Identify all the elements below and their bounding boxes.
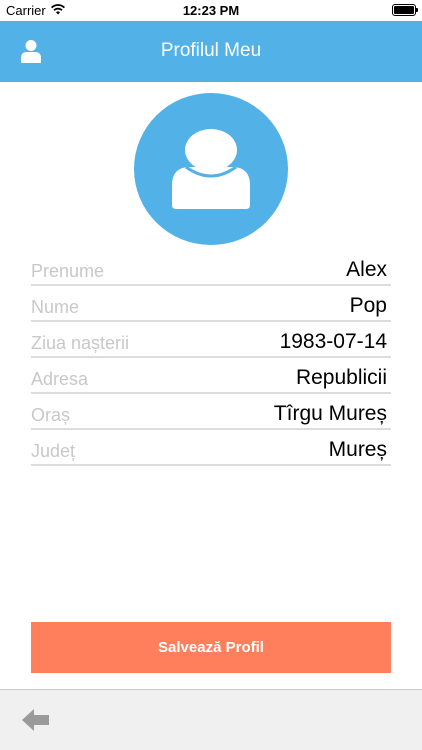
status-bar: Carrier 12:23 PM [0, 0, 422, 21]
field-label: Nume [31, 297, 80, 317]
field-label: Oraș [31, 405, 71, 425]
field-label: Prenume [31, 261, 105, 281]
field-value[interactable]: Pop [350, 294, 387, 318]
bottom-toolbar [0, 689, 422, 750]
field-value[interactable]: Tîrgu Mureș [274, 402, 387, 426]
profile-form: Prenume Alex Nume Pop Ziua nașterii 1983… [31, 250, 391, 466]
field-value[interactable]: Alex [346, 258, 387, 282]
field-city[interactable]: Oraș Tîrgu Mureș [31, 394, 391, 430]
field-label: Adresa [31, 369, 89, 389]
status-time: 12:23 PM [182, 3, 240, 18]
avatar[interactable] [134, 93, 288, 245]
field-value[interactable]: 1983-07-14 [280, 330, 387, 354]
status-right [392, 4, 418, 16]
field-address[interactable]: Adresa Republicii [31, 358, 391, 394]
page-title: Profilul Meu [160, 40, 262, 61]
field-label: Ziua nașterii [31, 333, 130, 353]
nav-bar: Profilul Meu [0, 21, 422, 82]
field-county[interactable]: Județ Mureș [31, 430, 391, 466]
profile-screen: Carrier 12:23 PM Profilul Meu Prenume Al… [0, 0, 422, 750]
save-profile-button[interactable]: Salvează Profil [31, 622, 391, 673]
field-last-name[interactable]: Nume Pop [31, 286, 391, 322]
battery-icon [392, 4, 418, 16]
back-arrow-icon[interactable] [22, 708, 50, 732]
field-label: Județ [31, 441, 76, 461]
field-birth-date[interactable]: Ziua nașterii 1983-07-14 [31, 322, 391, 358]
field-first-name[interactable]: Prenume Alex [31, 250, 391, 286]
user-silhouette-icon [172, 129, 250, 209]
field-value[interactable]: Mureș [329, 438, 387, 462]
field-value[interactable]: Republicii [296, 366, 387, 390]
